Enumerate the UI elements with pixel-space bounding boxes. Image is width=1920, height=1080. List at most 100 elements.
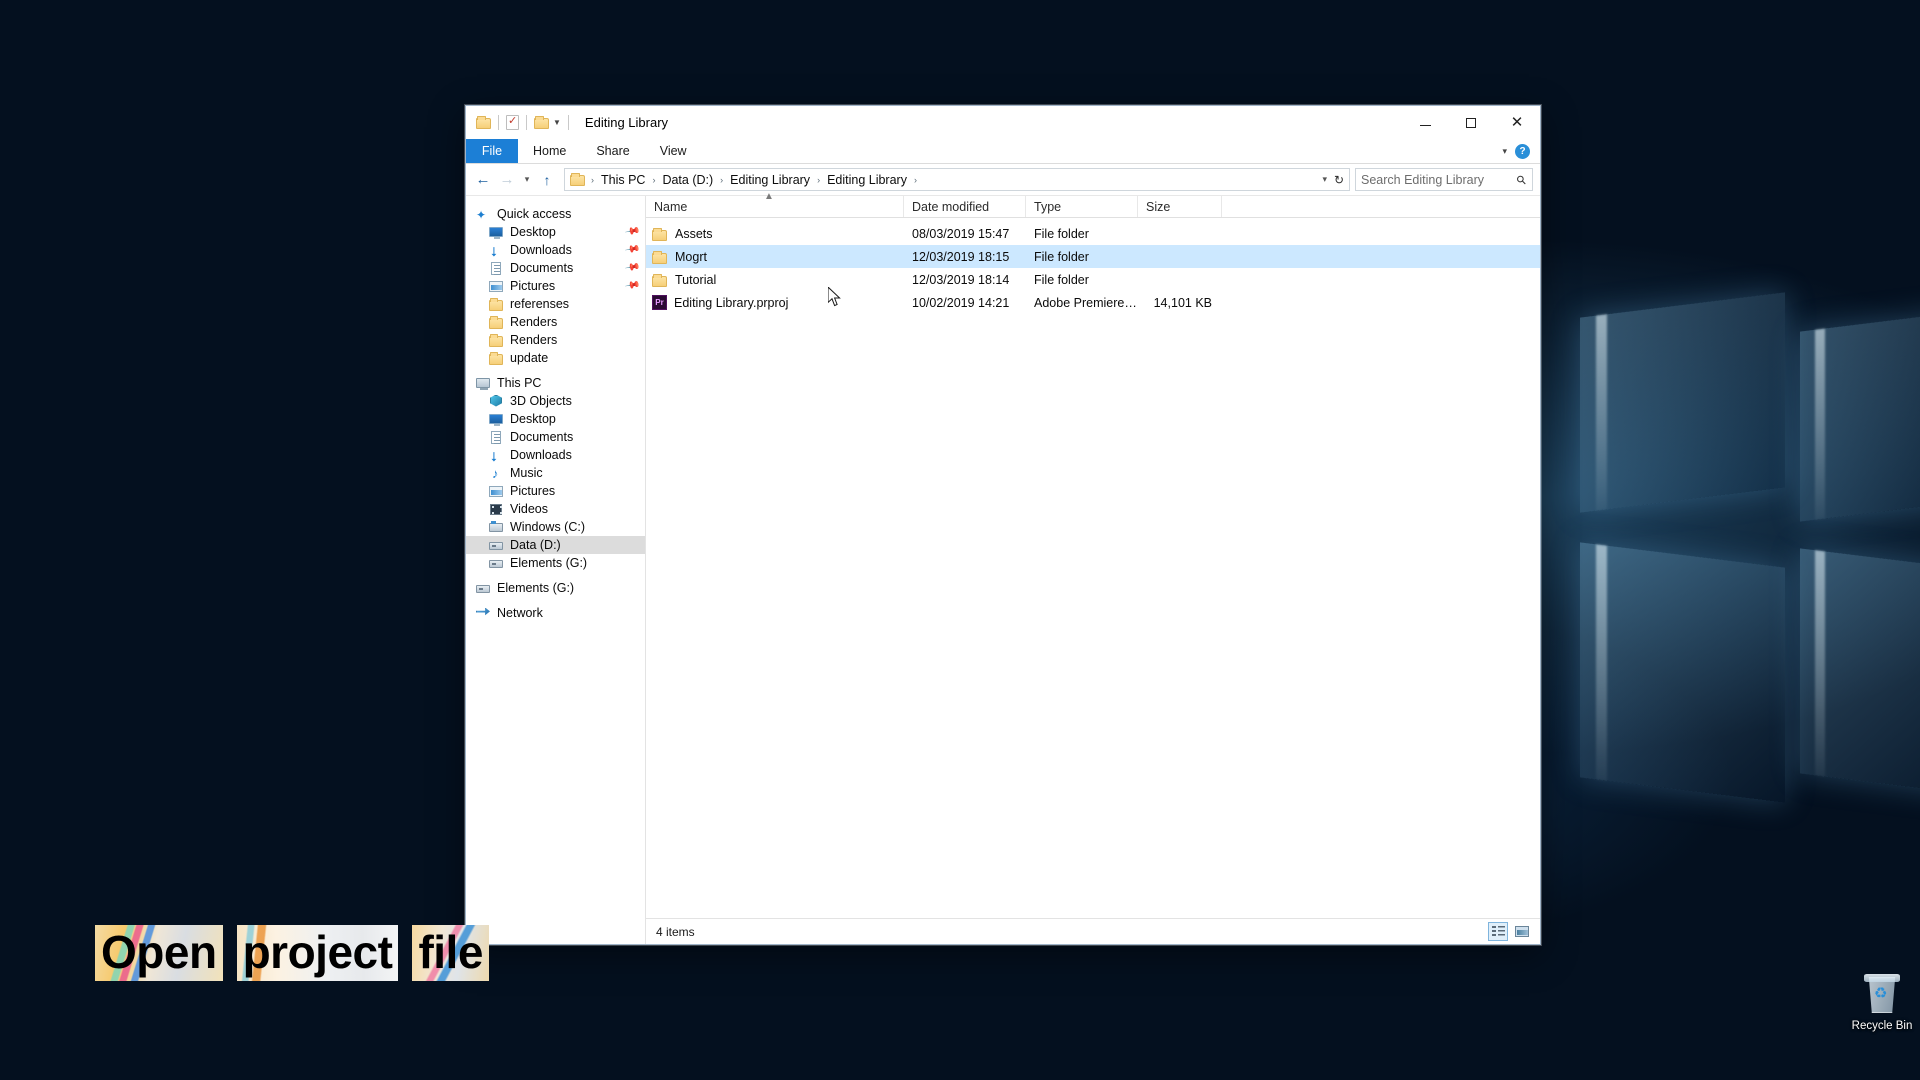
sidebar-item-pictures[interactable]: Pictures <box>466 482 645 500</box>
forward-button[interactable]: → <box>495 168 519 192</box>
column-label: Type <box>1034 199 1062 214</box>
help-icon[interactable]: ? <box>1515 144 1530 159</box>
recent-locations-button[interactable]: ▾ <box>519 168 535 192</box>
table-row[interactable]: Mogrt 12/03/2019 18:15 File folder <box>646 245 1540 268</box>
view-mode-buttons <box>1488 922 1532 941</box>
minimize-button[interactable] <box>1402 106 1448 139</box>
file-size-cell: 14,101 KB <box>1153 295 1212 310</box>
breadcrumb[interactable]: › This PC › Data (D:) › Editing Library … <box>564 168 1350 191</box>
sidebar-item-windows-c[interactable]: Windows (C:) <box>466 518 645 536</box>
file-type-cell: Adobe Premiere P... <box>1034 295 1138 310</box>
recycle-bin-label: Recycle Bin <box>1851 1020 1913 1032</box>
this-pc-icon <box>475 376 491 391</box>
sidebar-item-renders-2[interactable]: Renders <box>466 331 645 349</box>
chevron-down-icon[interactable]: ▾ <box>1322 174 1327 185</box>
breadcrumb-item-data-d[interactable]: Data (D:) <box>659 173 716 187</box>
chevron-up-icon: ▲ <box>764 191 774 202</box>
file-name: Tutorial <box>675 272 717 287</box>
back-button[interactable]: ← <box>471 168 495 192</box>
desktop: ♻ Recycle Bin ▼ Editing Library ✕ <box>0 0 1920 1080</box>
wallpaper-light-pane-3 <box>1580 542 1785 803</box>
window-controls: ✕ <box>1402 106 1540 139</box>
tab-file[interactable]: File <box>466 139 518 163</box>
breadcrumb-item-editing-library-1[interactable]: Editing Library <box>727 173 813 187</box>
sidebar-item-renders-1[interactable]: Renders <box>466 313 645 331</box>
large-icons-view-button[interactable] <box>1512 922 1532 941</box>
sidebar-item-referenses[interactable]: referenses <box>466 295 645 313</box>
breadcrumb-item-editing-library-2[interactable]: Editing Library <box>824 173 910 187</box>
search-icon[interactable]: ⚲ <box>1514 171 1530 187</box>
chevron-down-icon[interactable]: ▼ <box>553 118 561 127</box>
sidebar-item-quick-access[interactable]: ✦ Quick access <box>466 205 645 223</box>
sidebar-item-data-d[interactable]: Data (D:) <box>466 536 645 554</box>
sidebar-item-network[interactable]: Network <box>466 604 645 622</box>
sidebar-item-elements-g[interactable]: Elements (G:) <box>466 579 645 597</box>
details-view-button[interactable] <box>1488 922 1508 941</box>
qat-divider-3 <box>567 115 569 130</box>
column-header-name[interactable]: Name ▲ <box>646 191 904 217</box>
save-folder-icon[interactable] <box>476 116 491 129</box>
search-input[interactable]: Search Editing Library ⚲ <box>1355 168 1533 191</box>
column-header-date-modified[interactable]: Date modified <box>904 196 1026 217</box>
tab-view[interactable]: View <box>645 139 702 163</box>
sidebar-item-pictures-qa[interactable]: Pictures 📌 <box>466 277 645 295</box>
window-body: ✦ Quick access Desktop 📌 ⭣ Downloads 📌 D… <box>466 191 1540 944</box>
table-row[interactable]: Tutorial 12/03/2019 18:14 File folder <box>646 268 1540 291</box>
breadcrumb-item-this-pc[interactable]: This PC <box>598 173 648 187</box>
document-icon <box>488 261 504 276</box>
nav-spacer-2 <box>466 572 645 579</box>
file-name: Assets <box>675 226 713 241</box>
up-button[interactable]: ↑ <box>535 168 559 192</box>
folder-icon <box>488 315 504 330</box>
pin-icon[interactable]: 📌 <box>624 223 641 239</box>
ribbon-right-controls: ▾ ? <box>1502 139 1536 164</box>
refresh-icon[interactable]: ↻ <box>1334 173 1344 187</box>
column-label: Name <box>654 199 688 214</box>
column-header-size[interactable]: Size <box>1138 196 1222 217</box>
sidebar-item-desktop[interactable]: Desktop <box>466 410 645 428</box>
video-icon <box>488 502 504 517</box>
sidebar-item-documents[interactable]: Documents <box>466 428 645 446</box>
file-name-cell: Mogrt <box>646 250 904 264</box>
wallpaper-light-pane-1 <box>1580 292 1785 513</box>
close-button[interactable]: ✕ <box>1494 106 1540 139</box>
tab-share[interactable]: Share <box>581 139 644 163</box>
column-header-type[interactable]: Type <box>1026 196 1138 217</box>
tab-home[interactable]: Home <box>518 139 581 163</box>
sidebar-item-update[interactable]: update <box>466 349 645 367</box>
sidebar-item-label: This PC <box>497 376 542 390</box>
sidebar-item-documents-qa[interactable]: Documents 📌 <box>466 259 645 277</box>
sidebar-item-downloads[interactable]: ⭣ Downloads <box>466 446 645 464</box>
sidebar-item-label: Quick access <box>497 207 572 221</box>
sidebar-item-desktop-qa[interactable]: Desktop 📌 <box>466 223 645 241</box>
file-name-cell: Tutorial <box>646 273 904 287</box>
pin-icon[interactable]: 📌 <box>624 259 641 275</box>
sidebar-item-this-pc[interactable]: This PC <box>466 374 645 392</box>
table-row[interactable]: Assets 08/03/2019 15:47 File folder <box>646 222 1540 245</box>
properties-icon[interactable] <box>506 114 519 130</box>
pin-icon[interactable]: 📌 <box>624 241 641 257</box>
document-icon <box>488 430 504 445</box>
table-row[interactable]: Pr Editing Library.prproj 10/02/2019 14:… <box>646 291 1540 314</box>
sidebar-item-videos[interactable]: Videos <box>466 500 645 518</box>
sidebar-item-label: referenses <box>510 297 570 311</box>
pin-icon[interactable]: 📌 <box>624 277 641 293</box>
caption-text: project <box>242 926 393 978</box>
maximize-button[interactable] <box>1448 106 1494 139</box>
navigation-pane: ✦ Quick access Desktop 📌 ⭣ Downloads 📌 D… <box>466 196 646 944</box>
sidebar-item-3d-objects[interactable]: 3D Objects <box>466 392 645 410</box>
star-pin-icon: ✦ <box>476 207 487 222</box>
sidebar-item-elements-g-child[interactable]: Elements (G:) <box>466 554 645 572</box>
caption-overlay: Open project file <box>95 925 489 981</box>
sidebar-item-downloads-qa[interactable]: ⭣ Downloads 📌 <box>466 241 645 259</box>
breadcrumb-folder-icon <box>570 173 585 186</box>
sidebar-item-music[interactable]: ♪ Music <box>466 464 645 482</box>
new-folder-icon[interactable] <box>534 116 549 129</box>
chevron-down-icon[interactable]: ▾ <box>1502 146 1507 157</box>
desktop-icon-recycle-bin[interactable]: ♻ Recycle Bin <box>1840 972 1920 1032</box>
column-label: Date modified <box>912 199 990 214</box>
title-bar[interactable]: ▼ Editing Library ✕ <box>466 106 1540 139</box>
file-name-cell: Pr Editing Library.prproj <box>646 295 904 310</box>
folder-icon <box>652 273 668 287</box>
window-title: Editing Library <box>584 115 669 130</box>
